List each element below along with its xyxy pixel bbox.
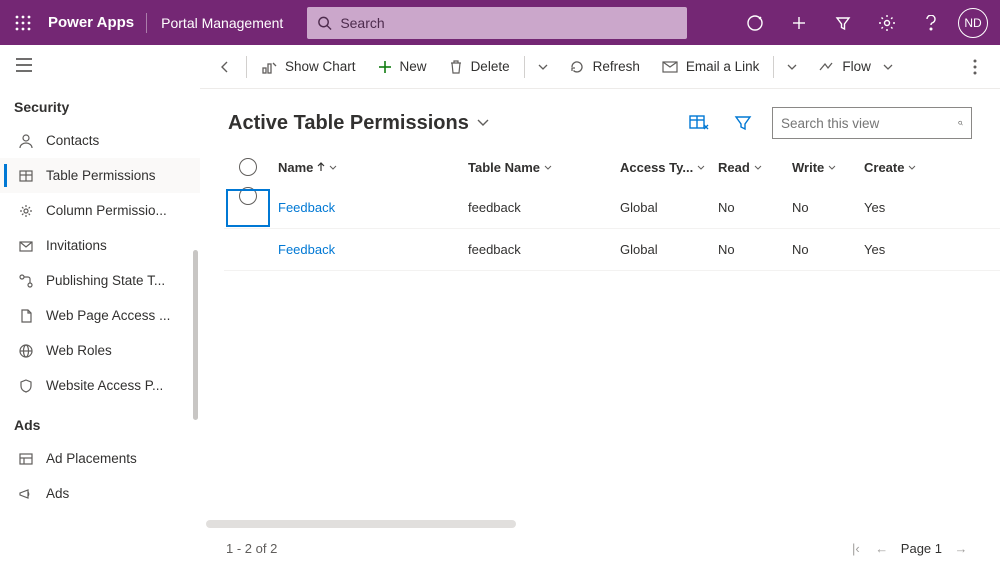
- add-icon[interactable]: [780, 4, 818, 42]
- global-search[interactable]: [307, 7, 687, 39]
- sidebar-item-table-permissions[interactable]: Table Permissions: [0, 158, 200, 193]
- record-range: 1 - 2 of 2: [226, 541, 277, 556]
- view-selector[interactable]: Active Table Permissions: [228, 112, 489, 135]
- refresh-button[interactable]: Refresh: [559, 50, 650, 84]
- refresh-icon: [569, 59, 585, 75]
- sidebar-item-contacts[interactable]: Contacts: [0, 123, 200, 158]
- column-header-name[interactable]: Name: [278, 160, 468, 175]
- nav-collapse-button[interactable]: [0, 45, 200, 85]
- filter-icon[interactable]: [824, 4, 862, 42]
- megaphone-icon: [18, 486, 34, 502]
- nav-section-security: Security: [0, 85, 200, 123]
- user-avatar[interactable]: ND: [958, 8, 988, 38]
- sort-asc-icon: [317, 162, 325, 172]
- brand-label: Power Apps: [46, 14, 140, 31]
- table-row[interactable]: Feedback feedback Global No No Yes: [224, 187, 1000, 229]
- shield-icon: [18, 378, 34, 394]
- nav-scrollbar[interactable]: [193, 250, 198, 420]
- horizontal-scrollbar[interactable]: [206, 520, 516, 528]
- sidebar-item-ad-placements[interactable]: Ad Placements: [0, 441, 200, 476]
- column-header-table-name[interactable]: Table Name: [468, 160, 620, 175]
- sidebar-item-web-page-access[interactable]: Web Page Access ...: [0, 298, 200, 333]
- page-icon: [18, 308, 34, 324]
- globe-icon: [18, 343, 34, 359]
- gear-icon: [18, 203, 34, 219]
- person-icon: [18, 133, 34, 149]
- chevron-down-icon: [754, 165, 762, 170]
- mail-icon: [18, 238, 34, 254]
- sidebar-item-ads[interactable]: Ads: [0, 476, 200, 511]
- column-header-create[interactable]: Create: [864, 160, 944, 175]
- chevron-down-icon: [477, 119, 489, 127]
- search-icon: [958, 115, 963, 131]
- layout-icon: [18, 451, 34, 467]
- sidebar-item-column-permissions[interactable]: Column Permissio...: [0, 193, 200, 228]
- columns-icon: [689, 114, 709, 132]
- overflow-button[interactable]: [958, 50, 992, 84]
- help-icon[interactable]: [912, 4, 950, 42]
- pager-prev[interactable]: ←: [869, 541, 895, 556]
- column-header-read[interactable]: Read: [718, 160, 792, 175]
- view-search[interactable]: [772, 107, 972, 139]
- pager-current: Page 1: [901, 541, 942, 556]
- view-search-input[interactable]: [781, 116, 958, 131]
- row-name-link[interactable]: Feedback: [278, 200, 335, 215]
- column-header-write[interactable]: Write: [792, 160, 864, 175]
- chart-icon: [261, 59, 277, 75]
- back-button[interactable]: [208, 50, 242, 84]
- settings-icon[interactable]: [868, 4, 906, 42]
- new-button[interactable]: New: [368, 50, 437, 84]
- chevron-down-icon: [329, 165, 337, 170]
- chevron-down-icon: [538, 64, 548, 70]
- more-vertical-icon: [973, 59, 977, 75]
- left-nav: Security Contacts Table Permissions Colu…: [0, 45, 200, 566]
- target-icon[interactable]: [736, 4, 774, 42]
- chevron-down-icon: [828, 165, 836, 170]
- chevron-down-icon: [883, 64, 893, 70]
- sidebar-item-publishing-state[interactable]: Publishing State T...: [0, 263, 200, 298]
- delete-split-button[interactable]: [529, 50, 557, 84]
- pager-next[interactable]: →: [948, 541, 974, 556]
- column-header-access-type[interactable]: Access Ty...: [620, 160, 718, 175]
- back-arrow-icon: [217, 59, 233, 75]
- row-name-link[interactable]: Feedback: [278, 242, 335, 257]
- edit-filters-button[interactable]: [728, 108, 758, 138]
- app-name: Portal Management: [146, 13, 297, 33]
- flow-icon: [18, 273, 34, 289]
- edit-columns-button[interactable]: [684, 108, 714, 138]
- row-select-checkbox[interactable]: [224, 187, 272, 229]
- sidebar-item-invitations[interactable]: Invitations: [0, 228, 200, 263]
- pager-first[interactable]: |‹: [843, 541, 869, 556]
- flow-icon: [818, 60, 834, 74]
- delete-icon: [449, 59, 463, 75]
- global-search-input[interactable]: [340, 15, 677, 31]
- plus-icon: [378, 60, 392, 74]
- search-icon: [317, 15, 332, 31]
- table-row[interactable]: Feedback feedback Global No No Yes: [224, 229, 1000, 271]
- email-split-button[interactable]: [778, 50, 806, 84]
- show-chart-button[interactable]: Show Chart: [251, 50, 366, 84]
- chevron-down-icon: [544, 165, 552, 170]
- view-title: Active Table Permissions: [228, 112, 469, 135]
- app-launcher-icon[interactable]: [6, 6, 40, 40]
- chevron-down-icon: [787, 64, 797, 70]
- chevron-down-icon: [908, 165, 916, 170]
- command-bar: Show Chart New Delete Refresh Email a Li…: [200, 45, 1000, 89]
- pager: 1 - 2 of 2 |‹ ← Page 1 →: [200, 530, 1000, 566]
- flow-button[interactable]: Flow: [808, 50, 903, 84]
- mail-icon: [662, 60, 678, 74]
- table-icon: [18, 168, 34, 184]
- select-all-checkbox[interactable]: [224, 158, 272, 176]
- email-link-button[interactable]: Email a Link: [652, 50, 770, 84]
- chevron-down-icon: [697, 165, 705, 170]
- funnel-icon: [734, 114, 752, 132]
- nav-section-ads: Ads: [0, 403, 200, 441]
- sidebar-item-web-roles[interactable]: Web Roles: [0, 333, 200, 368]
- sidebar-item-website-access[interactable]: Website Access P...: [0, 368, 200, 403]
- delete-button[interactable]: Delete: [439, 50, 520, 84]
